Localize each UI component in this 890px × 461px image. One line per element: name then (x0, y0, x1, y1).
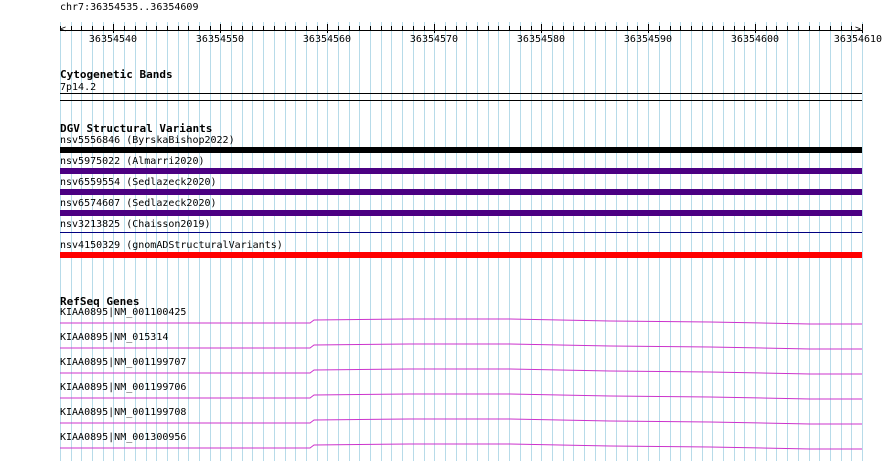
refseq-gene-line[interactable] (60, 418, 862, 425)
refseq-gene-line[interactable] (60, 443, 862, 450)
refseq-gene-line[interactable] (60, 368, 862, 375)
genome-browser-view: chr7:36354535..36354609 < > 363545403635… (0, 0, 890, 461)
refseq-gene-label[interactable]: KIAA0895|NM_001199706 (60, 382, 186, 393)
refseq-gene-label[interactable]: KIAA0895|NM_001300956 (60, 432, 186, 443)
refseq-gene-line[interactable] (60, 318, 862, 325)
refseq-gene-label[interactable]: KIAA0895|NM_001100425 (60, 307, 186, 318)
refseq-gene-line[interactable] (60, 393, 862, 400)
refseq-gene-label[interactable]: KIAA0895|NM_015314 (60, 332, 168, 343)
refseq-gene-label[interactable]: KIAA0895|NM_001199707 (60, 357, 186, 368)
refseq-gene-label[interactable]: KIAA0895|NM_001199708 (60, 407, 186, 418)
refseq-gene-line[interactable] (60, 343, 862, 350)
